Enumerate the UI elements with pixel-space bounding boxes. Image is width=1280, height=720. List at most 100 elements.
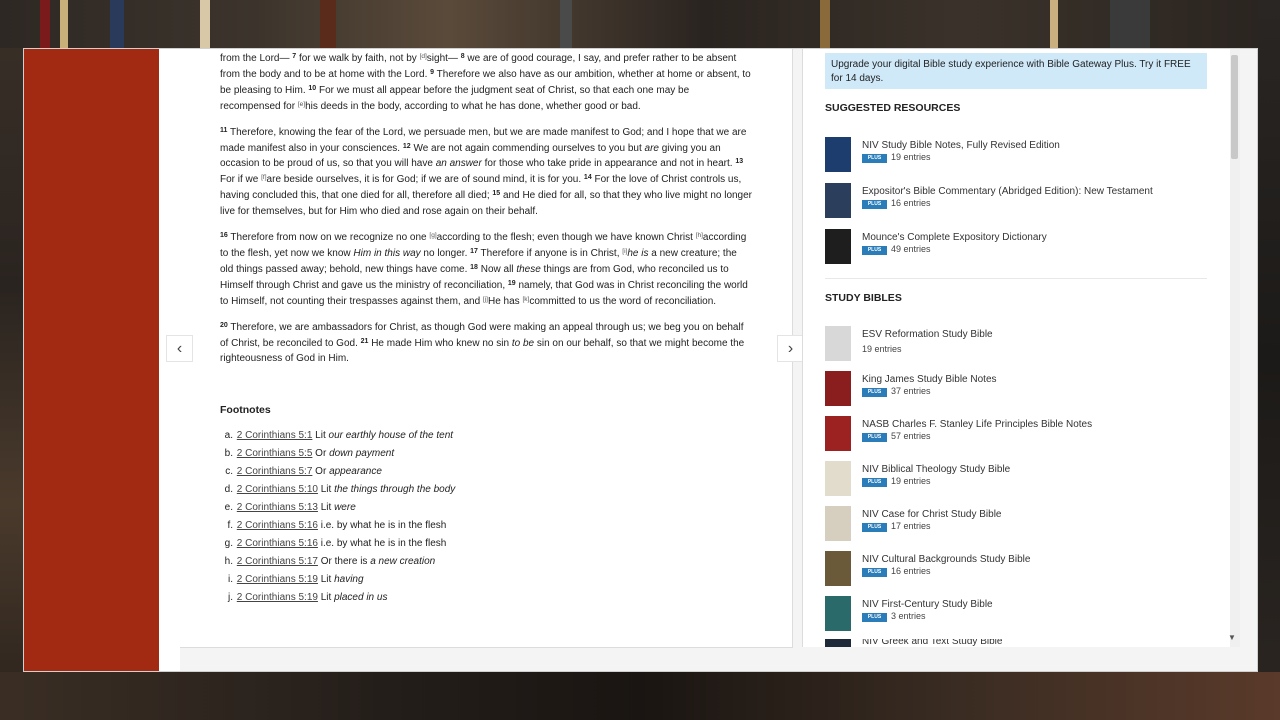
footnote-marker[interactable]: [e]: [298, 101, 305, 108]
footnote-item: h. 2 Corinthians 5:17 Or there is a new …: [220, 555, 720, 573]
scrollbar-thumb[interactable]: [1231, 55, 1238, 159]
resource-item[interactable]: Mounce's Complete Expository Dictionary P…: [825, 229, 1205, 269]
resource-title[interactable]: Expositor's Bible Commentary (Abridged E…: [862, 186, 1153, 197]
footnote-text: Lit: [320, 592, 335, 603]
resource-item[interactable]: ESV Reformation Study Bible 19 entries: [825, 326, 1205, 366]
resource-item[interactable]: NIV First-Century Study Bible PLUS 3 entri…: [825, 596, 1205, 636]
previous-chapter-button[interactable]: ‹: [166, 335, 193, 362]
book-cover-image[interactable]: [825, 183, 851, 218]
italic-text: these: [516, 263, 541, 275]
footnotes-section: Footnotes a. 2 Corinthians 5:1 Lit our e…: [220, 404, 720, 609]
footnote-text: Or there is: [320, 556, 371, 567]
footnote-reference-link[interactable]: 2 Corinthians 5:7: [237, 466, 313, 477]
footnote-letter: d.: [224, 484, 233, 495]
footnote-marker[interactable]: [g]: [429, 232, 436, 239]
resource-item[interactable]: Expositor's Bible Commentary (Abridged E…: [825, 183, 1205, 223]
text: from the Lord—: [220, 53, 293, 64]
footnote-reference-link[interactable]: 2 Corinthians 5:17: [237, 556, 318, 567]
entry-count: 17 entries: [891, 521, 931, 531]
footnote-text: i.e. by what he is in the flesh: [320, 538, 447, 549]
footnote-reference-link[interactable]: 2 Corinthians 5:16: [237, 538, 318, 549]
resource-title[interactable]: Mounce's Complete Expository Dictionary: [862, 232, 1047, 243]
resource-item[interactable]: NIV Case for Christ Study Bible PLUS 17 en…: [825, 506, 1205, 546]
footnote-reference-link[interactable]: 2 Corinthians 5:19: [237, 592, 318, 603]
footnote-letter: h.: [224, 556, 233, 567]
text: according to the flesh; even though we h…: [436, 232, 696, 244]
divider: [825, 278, 1207, 279]
book-cover-image[interactable]: [825, 326, 851, 361]
passage-panel: from the Lord— 7 for we walk by faith, n…: [180, 49, 793, 648]
footnote-reference-link[interactable]: 2 Corinthians 5:13: [237, 502, 318, 513]
next-chapter-button[interactable]: ›: [777, 335, 804, 362]
footnote-item: i. 2 Corinthians 5:19 Lit having: [220, 573, 720, 591]
footnote-letter: f.: [227, 520, 233, 531]
entry-count: 49 entries: [891, 244, 931, 254]
footnote-marker[interactable]: [d]: [420, 53, 427, 60]
text: He has: [487, 295, 523, 307]
resource-title[interactable]: NIV Case for Christ Study Bible: [862, 509, 1002, 520]
footnote-reference-link[interactable]: 2 Corinthians 5:10: [237, 484, 318, 495]
entry-count: 16 entries: [891, 198, 931, 208]
resource-title[interactable]: ESV Reformation Study Bible: [862, 329, 993, 340]
entry-count: 19 entries: [891, 152, 931, 162]
text: Therefore if anyone is in Christ,: [477, 247, 623, 259]
bible-gateway-plus-banner[interactable]: Upgrade your digital Bible study experie…: [825, 53, 1207, 89]
footnote-text: Lit: [320, 484, 335, 495]
footnote-letter: e.: [224, 502, 233, 513]
resource-item[interactable]: NASB Charles F. Stanley Life Principles …: [825, 416, 1205, 456]
entry-count: 19 entries: [862, 344, 902, 354]
text: for we walk by faith, not by: [296, 53, 420, 64]
footnote-reference-link[interactable]: 2 Corinthians 5:5: [237, 448, 313, 459]
verse-number: 20: [220, 321, 228, 329]
book-cover-image[interactable]: [825, 461, 851, 496]
text: Therefore from now on we recognize no on…: [227, 232, 430, 244]
resource-title[interactable]: NIV Study Bible Notes, Fully Revised Edi…: [862, 140, 1060, 151]
resource-item[interactable]: NIV Biblical Theology Study Bible PLUS 19 …: [825, 461, 1205, 501]
footnote-reference-link[interactable]: 2 Corinthians 5:1: [237, 430, 313, 441]
resource-item[interactable]: NIV Study Bible Notes, Fully Revised Edi…: [825, 137, 1205, 177]
plus-badge: PLUS: [862, 433, 887, 442]
book-cover-image[interactable]: [825, 137, 851, 172]
book-cover-image[interactable]: [825, 596, 851, 631]
italic-text: an answer: [435, 158, 482, 170]
text: sight—: [426, 53, 461, 64]
chevron-right-icon: ›: [787, 339, 794, 357]
resource-title[interactable]: NIV Greek and Text Study Bible: [862, 639, 1002, 647]
book-cover-image[interactable]: [825, 371, 851, 406]
resource-title[interactable]: King James Study Bible Notes: [862, 374, 997, 385]
footnotes-heading: Footnotes: [220, 404, 271, 416]
resource-item[interactable]: King James Study Bible Notes PLUS 37 entri…: [825, 371, 1205, 411]
passage-text: from the Lord— 7 for we walk by faith, n…: [220, 51, 752, 377]
footnote-text: Lit: [320, 502, 335, 513]
entry-count: 57 entries: [891, 431, 931, 441]
background-bottom: [0, 672, 1280, 720]
plus-badge: PLUS: [862, 523, 887, 532]
book-cover-image[interactable]: [825, 551, 851, 586]
resource-title[interactable]: NIV Cultural Backgrounds Study Bible: [862, 554, 1030, 565]
scroll-down-arrow-icon[interactable]: ▼: [1228, 633, 1236, 642]
footnote-marker[interactable]: [h]: [696, 232, 703, 239]
suggested-resources-title: SUGGESTED RESOURCES: [825, 102, 961, 114]
background-bookshelf: [0, 0, 1280, 48]
footnote-item: f. 2 Corinthians 5:16 i.e. by what he is…: [220, 519, 720, 537]
footnote-letter: a.: [224, 430, 233, 441]
resource-title[interactable]: NIV First-Century Study Bible: [862, 599, 993, 610]
footnote-italic-text: our earthly house of the tent: [328, 430, 454, 441]
paragraph: 16 Therefore from now on we recognize no…: [220, 230, 752, 310]
book-cover-image[interactable]: [825, 639, 851, 647]
verse-number: 14: [583, 174, 592, 182]
footnote-italic-text: having: [334, 574, 364, 585]
resource-title[interactable]: NIV Biblical Theology Study Bible: [862, 464, 1010, 475]
book-cover-image[interactable]: [825, 416, 851, 451]
paragraph: 11 Therefore, knowing the fear of the Lo…: [220, 125, 752, 220]
footnote-reference-link[interactable]: 2 Corinthians 5:19: [237, 574, 318, 585]
plus-badge: PLUS: [862, 154, 887, 163]
verse-number: 13: [735, 158, 744, 166]
footnote-reference-link[interactable]: 2 Corinthians 5:16: [237, 520, 318, 531]
resource-item-cutoff[interactable]: NIV Greek and Text Study Bible: [825, 639, 1205, 647]
resource-title[interactable]: NASB Charles F. Stanley Life Principles …: [862, 419, 1092, 430]
book-cover-image[interactable]: [825, 506, 851, 541]
book-cover-image[interactable]: [825, 229, 851, 264]
verse-number: 19: [507, 279, 516, 287]
resource-item[interactable]: NIV Cultural Backgrounds Study Bible PLUS…: [825, 551, 1205, 591]
